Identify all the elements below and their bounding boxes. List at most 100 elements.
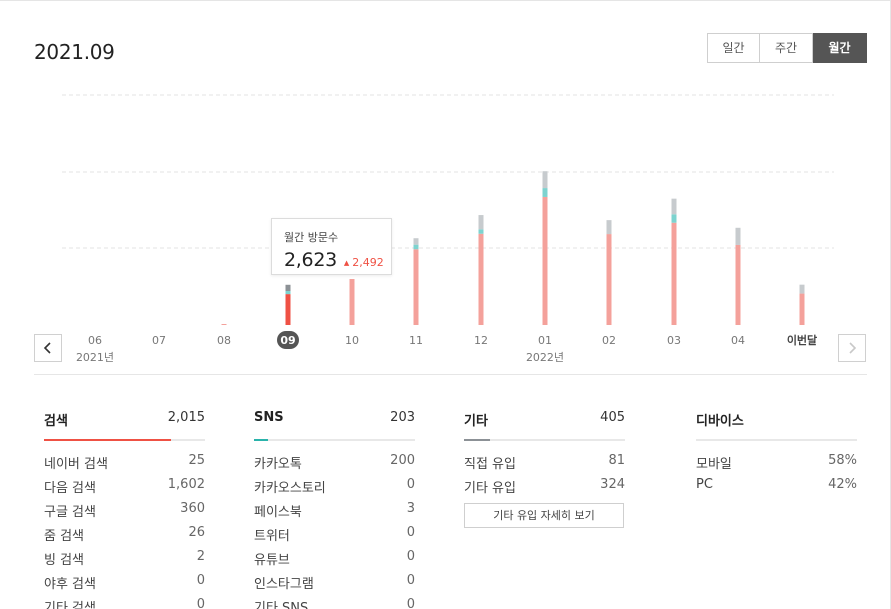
row-value: 0 bbox=[406, 597, 415, 609]
search-stats: 검색 2,015 네이버 검색 25 다음 검색 1,602 구글 검색 360 줌 … bbox=[44, 410, 205, 609]
row-label: 카카오스토리 bbox=[254, 481, 326, 496]
row-value: 58% bbox=[828, 453, 857, 468]
list-item: 빙 검색 2 bbox=[44, 549, 205, 573]
x-tick-label: 11 bbox=[409, 334, 423, 347]
x-tick-label: 08 bbox=[217, 334, 231, 347]
list-item: 기타 유입 324 bbox=[464, 477, 625, 501]
search-header: 검색 2,015 bbox=[44, 410, 205, 441]
x-tick-label: 12 bbox=[474, 334, 488, 347]
list-item: 다음 검색 1,602 bbox=[44, 477, 205, 501]
row-value: 25 bbox=[188, 453, 205, 468]
other-share-bar bbox=[464, 439, 490, 441]
row-label: 카카오톡 bbox=[254, 457, 302, 472]
row-value: 0 bbox=[406, 573, 415, 588]
list-item: 기타 SNS 0 bbox=[254, 597, 415, 609]
list-item: 구글 검색 360 bbox=[44, 501, 205, 525]
list-item: 직접 유입 81 bbox=[464, 453, 625, 477]
list-item: 모바일 58% bbox=[696, 453, 857, 477]
row-label: 기타 유입 bbox=[464, 481, 516, 496]
row-label: 구글 검색 bbox=[44, 505, 96, 520]
list-item: 카카오톡 200 bbox=[254, 453, 415, 477]
year-label: 2022년 bbox=[526, 351, 564, 364]
row-label: 직접 유입 bbox=[464, 457, 516, 472]
row-label: 모바일 bbox=[696, 457, 732, 472]
row-value: 2 bbox=[196, 549, 205, 564]
bar-segment bbox=[478, 233, 484, 325]
bar-segment bbox=[542, 196, 548, 325]
bar-segment bbox=[349, 279, 355, 325]
list-item: PC 42% bbox=[696, 477, 857, 501]
tooltip-value: 2,623 bbox=[284, 249, 337, 271]
device-stats: 디바이스 모바일 58% PC 42% bbox=[696, 410, 857, 501]
x-tick-label: 03 bbox=[667, 334, 681, 347]
bar-segment bbox=[799, 293, 805, 325]
bar-segment bbox=[606, 234, 612, 325]
bar-segment bbox=[671, 214, 677, 223]
row-value: 26 bbox=[188, 525, 205, 540]
other-title: 기타 bbox=[464, 414, 488, 429]
row-label: 유튜브 bbox=[254, 553, 290, 568]
list-item: 줌 검색 26 bbox=[44, 525, 205, 549]
row-label: 빙 검색 bbox=[44, 553, 85, 568]
row-label: 기타 SNS bbox=[254, 601, 309, 609]
tooltip-label: 월간 방문수 bbox=[284, 231, 339, 244]
row-value: 0 bbox=[406, 549, 415, 564]
list-item: 기타 검색 0 bbox=[44, 597, 205, 609]
device-header: 디바이스 bbox=[696, 410, 857, 441]
prev-period-button[interactable] bbox=[34, 334, 62, 362]
bar-segment bbox=[671, 198, 677, 215]
row-value: 324 bbox=[600, 477, 625, 492]
bar-segment bbox=[542, 171, 548, 189]
other-inflow-detail-button[interactable]: 기타 유입 자세히 보기 bbox=[464, 503, 624, 528]
bar-segment bbox=[285, 294, 291, 325]
row-value: 42% bbox=[828, 477, 857, 492]
device-title: 디바이스 bbox=[696, 414, 744, 429]
list-item: 야후 검색 0 bbox=[44, 573, 205, 597]
list-item: 카카오스토리 0 bbox=[254, 477, 415, 501]
bar-segment bbox=[542, 188, 548, 197]
row-value: 81 bbox=[608, 453, 625, 468]
list-item: 페이스북 3 bbox=[254, 501, 415, 525]
bar-segment bbox=[478, 215, 484, 230]
other-header: 기타 405 bbox=[464, 410, 625, 441]
sns-stats: SNS 203 카카오톡 200 카카오스토리 0 페이스북 3 트위터 0 유튜브 0 … bbox=[254, 410, 415, 609]
list-item: 유튜브 0 bbox=[254, 549, 415, 573]
bar-segment bbox=[413, 244, 419, 250]
x-tick-label: 07 bbox=[152, 334, 166, 347]
bar-segment bbox=[671, 222, 677, 325]
other-total: 405 bbox=[600, 410, 625, 425]
bar-segment bbox=[735, 227, 741, 245]
bar-segment bbox=[413, 238, 419, 245]
row-value: 0 bbox=[406, 525, 415, 540]
search-share-bar bbox=[44, 439, 172, 441]
sns-share-track bbox=[254, 439, 415, 441]
monthly-visits-chart: 06 07 08 09 10 11 12 01 02 03 04 이번달 2021년 2022년 bbox=[62, 94, 834, 364]
bar-segment bbox=[413, 249, 419, 325]
list-item: 트위터 0 bbox=[254, 525, 415, 549]
x-tick-label: 이번달 bbox=[787, 333, 817, 347]
list-item: 네이버 검색 25 bbox=[44, 453, 205, 477]
row-value: 0 bbox=[196, 597, 205, 609]
row-value: 0 bbox=[196, 573, 205, 588]
bar-segment bbox=[285, 284, 291, 291]
x-tick-label: 02 bbox=[602, 334, 616, 347]
row-value: 200 bbox=[390, 453, 415, 468]
bar-segment bbox=[799, 284, 805, 294]
tooltip-previous-value: 2,492 bbox=[344, 256, 384, 269]
row-value: 0 bbox=[406, 477, 415, 492]
x-tick-label: 04 bbox=[731, 334, 745, 347]
list-item: 인스타그램 0 bbox=[254, 573, 415, 597]
row-label: 기타 검색 bbox=[44, 601, 96, 609]
sns-title: SNS bbox=[254, 410, 284, 425]
row-value: 3 bbox=[406, 501, 415, 516]
sns-share-bar bbox=[254, 439, 269, 441]
section-divider bbox=[34, 374, 867, 375]
bar-segment bbox=[606, 220, 612, 235]
next-period-button[interactable] bbox=[838, 334, 866, 362]
row-label: PC bbox=[696, 477, 713, 492]
bar-segment bbox=[735, 244, 741, 325]
chevron-right-icon bbox=[849, 342, 857, 354]
x-tick-label: 09 bbox=[280, 334, 295, 347]
sns-header: SNS 203 bbox=[254, 410, 415, 441]
row-label: 네이버 검색 bbox=[44, 457, 108, 472]
